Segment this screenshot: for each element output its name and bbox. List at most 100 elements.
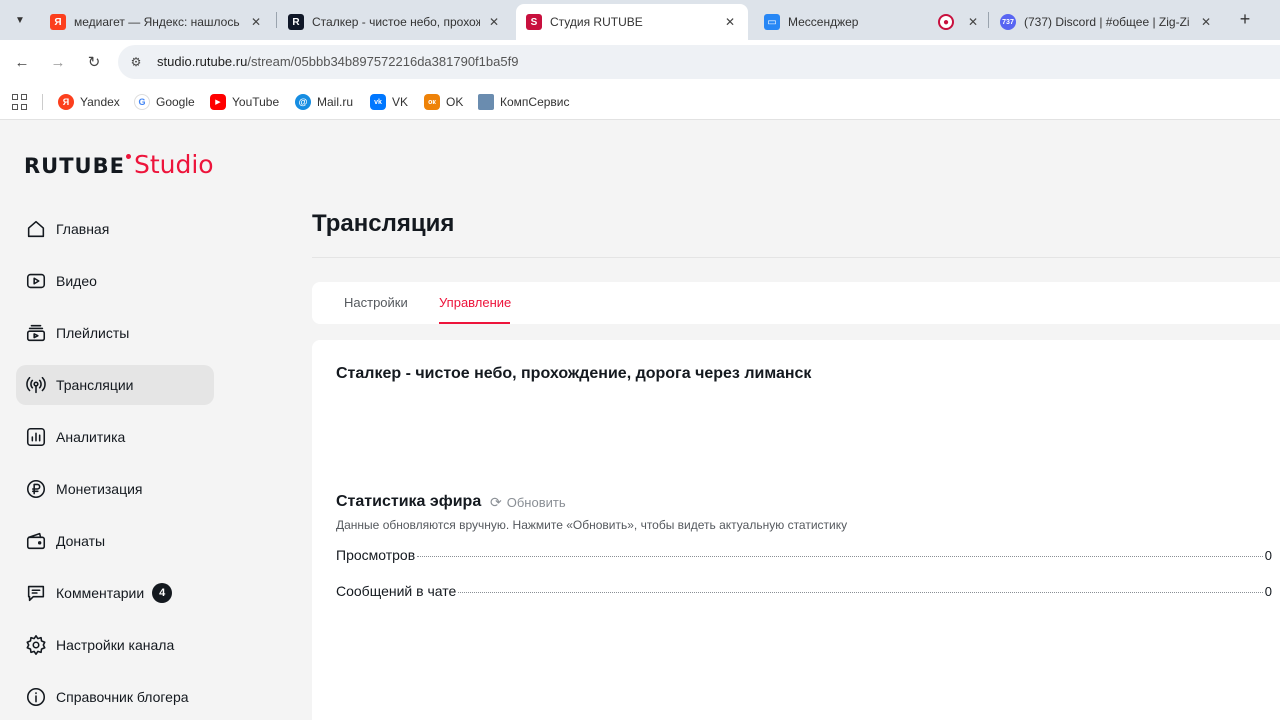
browser-tab-studio[interactable]: S Студия RUTUBE ✕ xyxy=(516,4,748,40)
close-icon[interactable]: ✕ xyxy=(722,14,738,30)
rutube-favicon-icon: R xyxy=(288,14,304,30)
refresh-button[interactable]: ⟳ Обновить xyxy=(490,494,566,511)
tab-title: Сталкер - чистое небо, прохож xyxy=(312,15,480,29)
youtube-icon: ▶ xyxy=(210,94,226,110)
bookmark-yandex[interactable]: Я Yandex xyxy=(58,92,120,112)
bookmarks-bar: Я Yandex G Google ▶ YouTube @ Mail.ru vk… xyxy=(0,84,1280,120)
logo-dot xyxy=(125,154,131,159)
tab-title: медиагет — Яндекс: нашлось xyxy=(74,15,240,29)
monitor-icon xyxy=(478,94,494,110)
sidebar-item-broadcasts[interactable]: Трансляции xyxy=(16,365,214,405)
bookmark-label: Yandex xyxy=(80,95,120,109)
bookmark-label: VK xyxy=(392,95,409,109)
title-divider xyxy=(312,257,1280,258)
video-icon xyxy=(24,269,48,293)
url-host: studio.rutube.ru xyxy=(157,54,248,69)
bookmark-label: OK xyxy=(446,95,464,109)
close-icon[interactable]: ✕ xyxy=(486,14,502,30)
sidebar-item-channel-settings[interactable]: Настройки канала xyxy=(16,625,214,665)
sidebar-item-label: Трансляции xyxy=(56,377,134,393)
active-tab-indicator xyxy=(439,322,510,324)
sidebar-item-label: Донаты xyxy=(56,533,106,549)
bookmark-google[interactable]: G Google xyxy=(134,92,195,112)
browser-tab-discord[interactable]: 737 (737) Discord | #общее | Zig-Zi ✕ xyxy=(990,4,1224,40)
refresh-icon: ⟳ xyxy=(490,494,502,510)
bookmark-label: Google xyxy=(156,95,195,109)
broadcast-icon xyxy=(24,373,48,397)
refresh-label: Обновить xyxy=(506,495,566,510)
sidebar-item-playlists[interactable]: Плейлисты xyxy=(16,313,214,353)
sidebar-item-analytics[interactable]: Аналитика xyxy=(16,417,214,457)
logo-sub-text: Studio xyxy=(133,150,214,179)
mailru-icon: @ xyxy=(295,94,311,110)
ok-icon: ок xyxy=(424,94,440,110)
stat-row-views: Просмотров 0 xyxy=(336,547,1272,567)
dotted-leader xyxy=(417,556,1263,557)
back-arrow-icon[interactable]: ← xyxy=(10,50,34,74)
sidebar-item-comments[interactable]: Комментарии 4 xyxy=(16,573,214,613)
browser-tab-recording[interactable]: ● ✕ xyxy=(928,4,986,40)
sidebar-item-label: Справочник блогера xyxy=(56,689,189,705)
url-text[interactable]: studio.rutube.ru/stream/05bbb34b89757221… xyxy=(157,54,518,69)
sidebar-item-video[interactable]: Видео xyxy=(16,261,214,301)
browser-tab-stalker[interactable]: R Сталкер - чистое небо, прохож ✕ xyxy=(278,4,512,40)
sidebar-item-label: Главная xyxy=(56,221,110,237)
bookmark-kompservis[interactable]: КомпСервис xyxy=(478,92,570,112)
studio-favicon-icon: S xyxy=(526,14,542,30)
apps-grid-icon[interactable] xyxy=(12,94,28,110)
info-icon xyxy=(24,685,48,709)
tab-title: (737) Discord | #общее | Zig-Zi xyxy=(1024,15,1190,29)
stat-label: Сообщений в чате xyxy=(336,583,457,599)
sidebar-item-label: Плейлисты xyxy=(56,325,130,341)
bookmark-ok[interactable]: ок OK xyxy=(424,92,463,112)
sidebar-item-home[interactable]: Главная xyxy=(16,209,214,249)
sidebar-item-label: Монетизация xyxy=(56,481,143,497)
bookmark-mailru[interactable]: @ Mail.ru xyxy=(295,92,353,112)
browser-tab-yandex[interactable]: Я медиагет — Яндекс: нашлось ✕ xyxy=(40,4,274,40)
comment-icon xyxy=(24,581,48,605)
vk-icon: vk xyxy=(370,94,386,110)
ruble-icon xyxy=(24,477,48,501)
logo-main-text: RUTUBE xyxy=(24,154,125,178)
page-title: Трансляция xyxy=(312,210,455,237)
wallet-icon xyxy=(24,529,48,553)
tab-settings[interactable]: Настройки xyxy=(344,295,408,310)
browser-tab-messenger[interactable]: ▭ Мессенджер xyxy=(754,4,926,40)
bookmark-label: КомпСервис xyxy=(500,95,570,109)
new-tab-plus-icon[interactable]: + xyxy=(1234,8,1256,30)
close-icon[interactable]: ✕ xyxy=(248,14,264,30)
google-icon: G xyxy=(134,94,150,110)
sidebar-item-label: Комментарии xyxy=(56,585,145,601)
stats-note: Данные обновляются вручную. Нажмите «Обн… xyxy=(336,518,848,532)
stat-value: 0 xyxy=(1264,548,1272,563)
tab-divider xyxy=(988,12,989,28)
bookmark-vk[interactable]: vk VK xyxy=(370,92,408,112)
record-icon: ● xyxy=(938,14,954,30)
tab-divider xyxy=(276,12,277,28)
close-icon[interactable]: ✕ xyxy=(1198,14,1214,30)
comments-count-badge: 4 xyxy=(152,583,173,603)
sidebar-item-blogger-guide[interactable]: Справочник блогера xyxy=(16,677,214,717)
yandex-icon: Я xyxy=(58,94,74,110)
sidebar-item-monetization[interactable]: Монетизация xyxy=(16,469,214,509)
browser-toolbar: ← → ↻ ⚙ studio.rutube.ru/stream/05bbb34b… xyxy=(0,40,1280,84)
bookmark-youtube[interactable]: ▶ YouTube xyxy=(210,92,279,112)
stream-tabs-bar: Настройки Управление xyxy=(312,282,1280,324)
tab-title: Мессенджер xyxy=(788,15,859,29)
stat-value: 0 xyxy=(1264,584,1272,599)
stream-title: Сталкер - чистое небо, прохождение, доро… xyxy=(336,365,812,382)
reload-icon[interactable]: ↻ xyxy=(82,50,106,74)
bookmark-label: YouTube xyxy=(232,95,280,109)
tab-management[interactable]: Управление xyxy=(439,295,511,310)
rutube-studio-logo[interactable]: RUTUBE Studio xyxy=(24,150,214,182)
site-settings-icon[interactable]: ⚙ xyxy=(128,54,144,70)
url-path: /stream/05bbb34b897572216da381790f1ba5f9 xyxy=(247,54,519,69)
close-icon[interactable]: ✕ xyxy=(968,14,978,30)
tab-search-chevron-icon[interactable]: ▼ xyxy=(8,8,32,32)
sidebar-item-donations[interactable]: Донаты xyxy=(16,521,214,561)
forward-arrow-icon[interactable]: → xyxy=(46,50,70,74)
tab-title: Студия RUTUBE xyxy=(550,15,643,29)
sidebar-item-label: Настройки канала xyxy=(56,637,175,653)
address-bar[interactable]: ⚙ studio.rutube.ru/stream/05bbb34b897572… xyxy=(118,45,1280,79)
playlist-icon xyxy=(24,321,48,345)
